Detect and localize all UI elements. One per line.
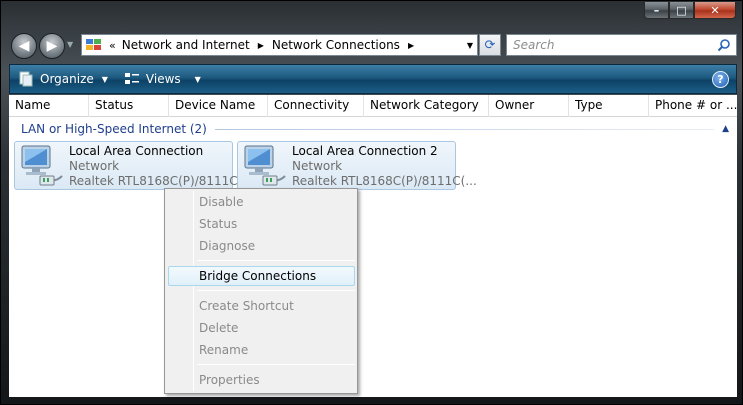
close-button[interactable]: ✕	[694, 2, 736, 19]
connection-type: Network	[69, 159, 120, 173]
connection-name: Local Area Connection	[69, 144, 204, 158]
help-button[interactable]: ?	[712, 71, 729, 88]
search-input[interactable]: Search	[506, 34, 737, 56]
connection-type: Network	[292, 159, 343, 173]
command-bar: Organize ▼ Views ▼ ?	[9, 64, 737, 94]
column-header-status[interactable]: Status	[89, 95, 169, 117]
column-header-owner[interactable]: Owner	[489, 95, 569, 117]
breadcrumb-network-and-internet[interactable]: Network and Internet	[122, 38, 250, 52]
address-dropdown-icon[interactable]: ▼	[467, 41, 473, 50]
maximize-button[interactable]: □	[669, 2, 694, 19]
connection-name: Local Area Connection 2	[292, 144, 438, 158]
minimize-button[interactable]: –	[644, 2, 669, 19]
arrow-right-icon: ▶	[46, 38, 58, 54]
column-header-name[interactable]: Name	[9, 95, 89, 117]
chevron-down-icon: ▼	[194, 74, 201, 84]
views-button[interactable]: Views ▼	[124, 71, 201, 87]
network-adapter-icon	[244, 145, 286, 186]
menu-item-delete[interactable]: Delete	[199, 318, 238, 338]
group-divider	[214, 128, 715, 130]
connection-device: Realtek RTL8168C(P)/8111C(...	[292, 174, 477, 188]
menu-item-status[interactable]: Status	[199, 214, 237, 234]
breadcrumb-arrow-icon[interactable]: ▶	[258, 41, 264, 50]
refresh-icon: ⟳	[484, 37, 496, 53]
menu-item-properties[interactable]: Properties	[199, 370, 260, 390]
chevron-down-icon: ▼	[67, 40, 74, 49]
window-frame: – □ ✕ ◀ ▶ ▼ « Network and Internet ▶ Net…	[0, 0, 743, 405]
connection-tile[interactable]: Local Area Connection 2 Network Realtek …	[237, 141, 477, 190]
breadcrumb-arrow-icon[interactable]: ▶	[408, 41, 414, 50]
organize-icon	[19, 71, 33, 87]
organize-button[interactable]: Organize ▼	[18, 71, 108, 87]
views-icon	[124, 73, 139, 84]
menu-separator	[197, 260, 355, 261]
menu-item-bridge-connections[interactable]: Bridge Connections	[199, 266, 316, 286]
column-header-type[interactable]: Type	[569, 95, 649, 117]
caption-buttons: – □ ✕	[644, 2, 736, 19]
group-label: LAN or High-Speed Internet (2)	[21, 122, 207, 136]
column-header-phone[interactable]: Phone # or ...	[649, 95, 737, 117]
context-menu: Disable Status Diagnose Bridge Connectio…	[164, 188, 358, 394]
menu-item-disable[interactable]: Disable	[199, 192, 244, 212]
menu-item-rename[interactable]: Rename	[199, 340, 248, 360]
help-icon: ?	[717, 73, 724, 86]
breadcrumb-network-connections[interactable]: Network Connections	[272, 38, 400, 52]
breadcrumb-overflow[interactable]: «	[109, 39, 116, 52]
menu-item-create-shortcut[interactable]: Create Shortcut	[199, 296, 294, 316]
recent-pages-dropdown[interactable]: ▼	[67, 40, 73, 49]
menu-item-diagnose[interactable]: Diagnose	[199, 236, 255, 256]
back-button[interactable]: ◀	[11, 33, 37, 59]
menu-separator	[197, 364, 355, 365]
connection-device: Realtek RTL8168C(P)/8111C(...	[69, 174, 254, 188]
forward-button[interactable]: ▶	[39, 33, 65, 59]
column-header-device-name[interactable]: Device Name	[169, 95, 268, 117]
column-header-connectivity[interactable]: Connectivity	[268, 95, 364, 117]
menu-separator	[197, 290, 355, 291]
refresh-button[interactable]: ⟳	[479, 34, 501, 56]
views-label: Views	[145, 72, 181, 86]
chevron-down-icon: ▼	[101, 74, 108, 84]
group-header[interactable]: LAN or High-Speed Internet (2) ▲	[9, 120, 737, 138]
search-placeholder: Search	[513, 38, 555, 52]
connection-tile[interactable]: Local Area Connection Network Realtek RT…	[14, 141, 254, 190]
navigation-bar: ◀ ▶ ▼ « Network and Internet ▶ Network C…	[9, 31, 737, 61]
arrow-left-icon: ◀	[18, 38, 30, 54]
network-adapter-icon	[21, 145, 63, 186]
search-icon[interactable]	[717, 38, 731, 52]
content-pane: Name Status Device Name Connectivity Net…	[9, 95, 737, 397]
organize-label: Organize	[40, 72, 94, 86]
menu-gutter	[193, 191, 194, 391]
chevron-up-icon[interactable]: ▲	[722, 124, 729, 134]
control-panel-icon	[86, 39, 101, 50]
column-headers: Name Status Device Name Connectivity Net…	[9, 95, 737, 117]
column-header-network-category[interactable]: Network Category	[364, 95, 489, 117]
address-bar[interactable]: « Network and Internet ▶ Network Connect…	[81, 34, 478, 56]
